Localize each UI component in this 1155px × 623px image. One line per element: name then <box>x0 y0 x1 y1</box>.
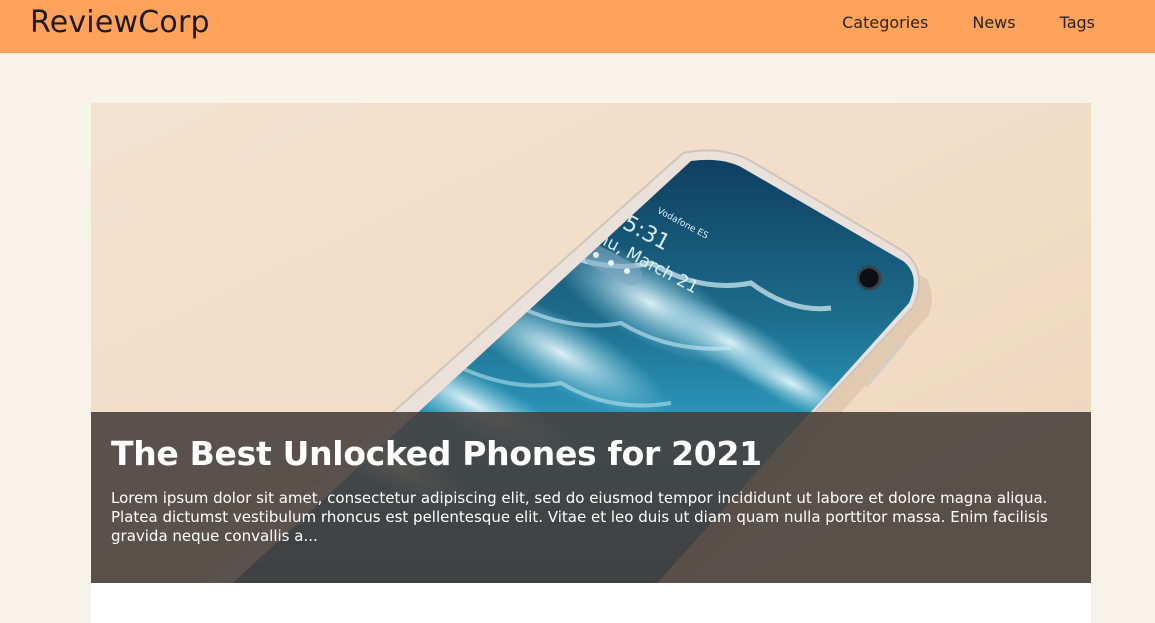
nav-item-categories[interactable]: Categories <box>842 12 928 34</box>
featured-image[interactable]: Vodafone ES 15:31 Thu, March 21 The Best… <box>91 103 1091 583</box>
featured-article-card[interactable]: Vodafone ES 15:31 Thu, March 21 The Best… <box>91 103 1091 623</box>
nav-item-tags[interactable]: Tags <box>1060 12 1095 34</box>
front-camera-icon <box>856 265 882 291</box>
nav-item-news[interactable]: News <box>972 12 1015 34</box>
site-header: ReviewCorp Categories News Tags <box>0 0 1155 53</box>
notification-icon <box>593 252 599 258</box>
article-excerpt: Lorem ipsum dolor sit amet, consectetur … <box>111 489 1048 545</box>
notification-icon <box>608 260 614 266</box>
headline-overlay: The Best Unlocked Phones for 2021 Lorem … <box>91 412 1091 583</box>
site-logo[interactable]: ReviewCorp <box>30 4 210 42</box>
article-title[interactable]: The Best Unlocked Phones for 2021 <box>111 434 762 474</box>
main-nav: Categories News Tags <box>842 12 1095 34</box>
notification-icon <box>624 268 630 274</box>
